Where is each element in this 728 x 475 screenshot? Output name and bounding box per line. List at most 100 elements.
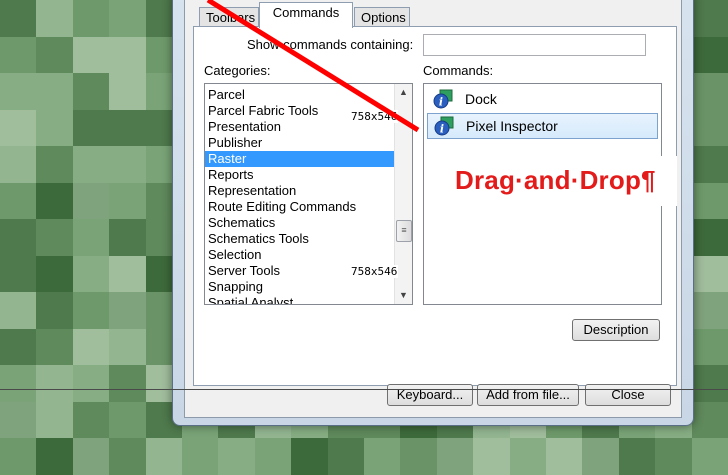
raster-pixel — [691, 438, 728, 475]
raster-pixel — [0, 401, 37, 439]
raster-pixel — [72, 219, 110, 256]
category-item-schematics[interactable]: Schematics — [205, 215, 394, 231]
raster-pixel — [509, 438, 546, 475]
raster-pixel — [0, 0, 37, 37]
search-label: Show commands containing: — [247, 37, 414, 52]
callout-text: Drag·and·Drop¶ — [455, 165, 656, 195]
customize-dialog: Toolbars Commands Options Show commands … — [184, 0, 682, 418]
description-button[interactable]: Description — [572, 319, 660, 341]
raster-pixel — [473, 438, 510, 475]
command-item-dock[interactable]: i Dock — [427, 87, 658, 111]
raster-pixel — [72, 255, 110, 293]
tab-commands[interactable]: Commands — [259, 2, 353, 28]
category-item-selection[interactable]: Selection — [205, 247, 394, 263]
raster-pixel — [72, 365, 110, 402]
raster-pixel — [655, 438, 692, 475]
raster-pixel — [36, 109, 73, 147]
search-input[interactable] — [423, 34, 646, 56]
raster-pixel — [436, 438, 474, 475]
raster-pixel — [0, 36, 37, 74]
commands-tab-panel: Show commands containing: Categories: Co… — [193, 26, 677, 386]
dimension-label-top: 758x546 — [350, 110, 399, 123]
raster-pixel — [36, 438, 73, 475]
category-item-route-editing-commands[interactable]: Route Editing Commands — [205, 199, 394, 215]
raster-pixel — [0, 146, 37, 183]
raster-pixel — [691, 73, 728, 110]
raster-pixel — [36, 0, 73, 37]
svg-text:i: i — [439, 96, 443, 109]
raster-pixel — [109, 219, 146, 256]
raster-pixel — [546, 438, 583, 475]
raster-pixel — [109, 438, 146, 475]
raster-pixel — [36, 292, 73, 329]
raster-pixel — [72, 401, 110, 439]
raster-pixel — [254, 438, 292, 475]
keyboard-button[interactable]: Keyboard... — [387, 384, 473, 406]
scroll-thumb[interactable]: ≡ — [396, 220, 412, 242]
raster-pixel — [0, 219, 37, 256]
raster-pixel — [691, 328, 728, 366]
categories-heading: Categories: — [204, 63, 271, 78]
raster-pixel — [618, 438, 656, 475]
close-button[interactable]: Close — [585, 384, 671, 406]
category-item-reports[interactable]: Reports — [205, 167, 394, 183]
category-item-publisher[interactable]: Publisher — [205, 135, 394, 151]
category-item-representation[interactable]: Representation — [205, 183, 394, 199]
raster-pixel — [182, 438, 219, 475]
raster-pixel — [0, 182, 37, 220]
raster-pixel — [72, 0, 110, 37]
category-item-raster[interactable]: Raster — [205, 151, 394, 167]
raster-pixel — [691, 401, 728, 439]
dimension-label-bottom: 758x546 — [350, 265, 399, 278]
scroll-down-arrow-icon[interactable]: ▼ — [395, 287, 412, 304]
scroll-up-arrow-icon[interactable]: ▲ — [395, 84, 412, 101]
raster-pixel — [691, 219, 728, 256]
raster-pixel — [109, 109, 146, 147]
raster-pixel — [36, 255, 73, 293]
category-item-schematics-tools[interactable]: Schematics Tools — [205, 231, 394, 247]
raster-pixel — [36, 328, 73, 366]
raster-pixel — [72, 438, 110, 475]
raster-pixel — [109, 401, 146, 439]
raster-pixel — [72, 292, 110, 329]
raster-pixel — [691, 36, 728, 74]
svg-text:i: i — [440, 123, 444, 136]
info-icon: i — [433, 89, 453, 109]
raster-pixel — [218, 438, 255, 475]
raster-pixel — [109, 328, 146, 366]
raster-pixel — [36, 401, 73, 439]
raster-pixel — [582, 438, 619, 475]
raster-pixel — [72, 182, 110, 220]
raster-pixel — [400, 438, 437, 475]
raster-pixel — [327, 438, 364, 475]
raster-pixel — [145, 438, 182, 475]
raster-pixel — [691, 292, 728, 329]
category-item-parcel[interactable]: Parcel — [205, 87, 394, 103]
raster-pixel — [72, 36, 110, 74]
category-item-snapping[interactable]: Snapping — [205, 279, 394, 295]
category-item-spatial-analyst[interactable]: Spatial Analyst — [205, 295, 394, 304]
guide-line — [0, 389, 728, 390]
raster-pixel — [109, 292, 146, 329]
raster-pixel — [0, 438, 37, 475]
raster-pixel — [72, 109, 110, 147]
tab-options[interactable]: Options — [354, 7, 410, 27]
raster-pixel — [291, 438, 328, 475]
command-item-pixel-inspector[interactable]: i Pixel Inspector — [427, 113, 658, 139]
raster-pixel — [0, 328, 37, 366]
tab-toolbars[interactable]: Toolbars — [199, 7, 259, 27]
raster-pixel — [0, 255, 37, 293]
raster-pixel — [0, 73, 37, 110]
raster-pixel — [36, 182, 73, 220]
add-from-file-button[interactable]: Add from file... — [477, 384, 579, 406]
raster-pixel — [36, 146, 73, 183]
raster-pixel — [0, 365, 37, 402]
raster-pixel — [109, 0, 146, 37]
raster-pixel — [0, 109, 37, 147]
raster-pixel — [364, 438, 401, 475]
info-icon: i — [434, 116, 454, 136]
raster-pixel — [0, 292, 37, 329]
raster-pixel — [109, 146, 146, 183]
commands-heading: Commands: — [423, 63, 494, 78]
raster-pixel — [691, 146, 728, 183]
